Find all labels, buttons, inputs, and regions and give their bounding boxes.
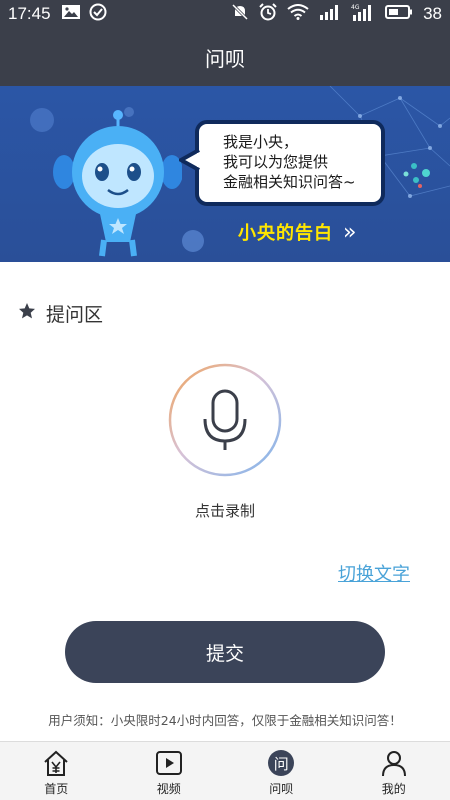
slogan-text: 小央的告白 [238, 223, 333, 244]
nav-label: 首页 [44, 782, 69, 796]
nav-label: 问呗 [269, 782, 294, 796]
bubble-line: 金融相关知识问答~ [223, 173, 356, 191]
submit-button[interactable]: 提交 [65, 621, 385, 683]
ask-icon: 问 [268, 748, 295, 778]
robot-mascot-icon [53, 110, 182, 257]
star-icon [18, 302, 36, 325]
battery-level: 38 [423, 4, 442, 23]
network-type-label: 4G [351, 4, 360, 11]
mute-icon [231, 3, 249, 26]
user-icon [380, 748, 408, 778]
user-notice: 用户须知：小央限时24小时内回答，仅限于金融相关知识问答！ [48, 713, 402, 728]
signal-icon [319, 4, 341, 25]
banner-slogan-link[interactable]: 小央的告白 » [238, 219, 357, 245]
bubble-line: 我可以为您提供 [223, 153, 329, 171]
home-yen-icon [42, 748, 70, 778]
nav-item-home[interactable]: 首页 [0, 742, 113, 800]
image-icon [61, 4, 81, 25]
status-time: 17:45 [8, 4, 51, 23]
wifi-icon [287, 3, 309, 25]
video-play-icon [155, 748, 183, 778]
nav-item-video[interactable]: 视频 [113, 742, 226, 800]
promo-banner[interactable]: 我是小央， 我可以为您提供 金融相关知识问答~ 小央的告白 » [0, 86, 450, 262]
switch-to-text-link[interactable]: 切换文字 [338, 560, 410, 586]
battery-icon [385, 4, 413, 25]
app-titlebar: 问呗 [0, 28, 450, 86]
record-mic-button[interactable] [168, 363, 282, 477]
bottom-nav: 首页 视频 问 问呗 我的 [0, 741, 450, 800]
bubble-line: 我是小央， [223, 133, 299, 151]
nav-label: 视频 [156, 782, 181, 796]
signal-4g-icon: 4G [351, 3, 375, 26]
bubble-tail [179, 148, 201, 172]
nav-item-wenbei[interactable]: 问 问呗 [225, 742, 338, 800]
active-nav-badge: 问 [268, 750, 295, 776]
double-chevron-right-icon: » [343, 219, 358, 245]
nav-item-mine[interactable]: 我的 [338, 742, 450, 800]
check-circle-icon [89, 3, 107, 26]
alarm-icon [259, 2, 277, 26]
status-bar: 17:45 4G 38 [0, 0, 450, 28]
section-title: 提问区 [46, 304, 104, 326]
speech-bubble: 我是小央， 我可以为您提供 金融相关知识问答~ [179, 120, 385, 206]
question-area-heading: 提问区 [18, 300, 103, 327]
record-label: 点击录制 [194, 502, 255, 520]
page-title: 问呗 [205, 46, 245, 71]
nav-label: 我的 [381, 782, 406, 796]
